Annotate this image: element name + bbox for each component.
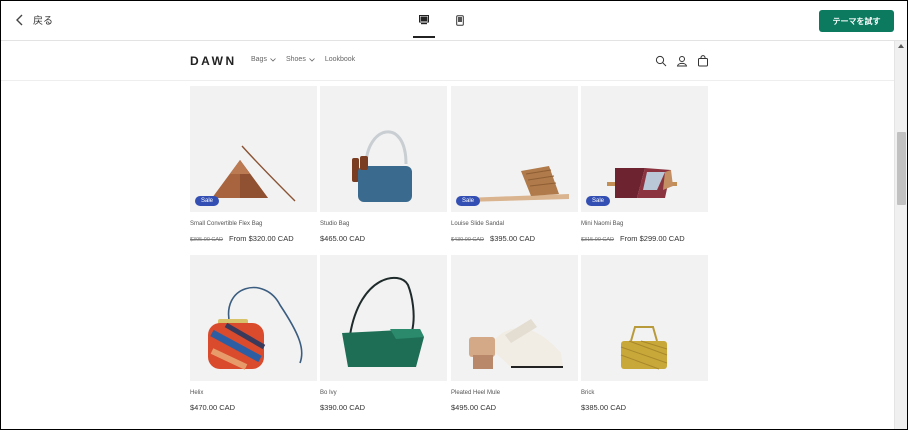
- try-theme-button[interactable]: テーマを試す: [819, 10, 894, 32]
- product-image[interactable]: [320, 255, 447, 381]
- product-title[interactable]: Mini Naomi Bag: [581, 221, 708, 227]
- product-title[interactable]: Bo Ivy: [320, 390, 447, 396]
- sale-badge: Sale: [456, 196, 481, 206]
- chevron-left-icon: [16, 14, 23, 25]
- product-card[interactable]: Brick $385.00 CAD: [581, 255, 708, 412]
- scroll-thumb[interactable]: [897, 132, 906, 205]
- product-image[interactable]: [451, 255, 578, 381]
- store-logo[interactable]: DAWN: [190, 54, 237, 68]
- regular-price: $385.00 CAD: [581, 403, 627, 412]
- product-price: $470.00 CAD: [190, 403, 317, 412]
- scrollbar[interactable]: [894, 41, 907, 429]
- product-image[interactable]: Sale: [190, 86, 317, 212]
- product-card[interactable]: Sale Small Convertible Flex Bag $395.00 …: [190, 86, 317, 243]
- mobile-icon: [456, 15, 464, 26]
- product-card[interactable]: Sale Louise Slide Sandal $430.00 CAD $395…: [451, 86, 578, 243]
- slide-sandal-image: [465, 166, 569, 202]
- product-card[interactable]: Sale Mini Naomi Bag $315.00 CAD From $299…: [581, 86, 708, 243]
- mini-naomi-bag-image: [607, 168, 677, 198]
- editor-topbar: 戻る テーマを試す: [1, 1, 907, 41]
- compare-price: $395.00 CAD: [190, 237, 224, 243]
- regular-price: $465.00 CAD: [320, 234, 366, 243]
- sale-badge: Sale: [586, 196, 611, 206]
- product-title[interactable]: Studio Bag: [320, 221, 447, 227]
- product-image[interactable]: [190, 255, 317, 381]
- sale-price: $395.00 CAD: [490, 234, 536, 243]
- regular-price: $390.00 CAD: [320, 403, 366, 412]
- nav-item-label: Lookbook: [324, 56, 356, 63]
- product-price: $390.00 CAD: [320, 403, 447, 412]
- chevron-down-icon: [270, 57, 276, 62]
- sale-price: From $299.00 CAD: [620, 234, 685, 243]
- nav-item-bags[interactable]: Bags: [251, 56, 276, 63]
- product-title[interactable]: Louise Slide Sandal: [451, 221, 578, 227]
- sale-badge: Sale: [195, 196, 220, 206]
- mobile-view-button[interactable]: [449, 9, 471, 37]
- account-icon[interactable]: [676, 54, 688, 67]
- product-title[interactable]: Brick: [581, 390, 708, 396]
- product-image[interactable]: [320, 86, 447, 212]
- browser-frame: 戻る テーマを試す DAWN Bags Shoes Lookbook Sale …: [0, 0, 908, 430]
- bo-ivy-bag-image: [342, 276, 424, 367]
- product-card[interactable]: Studio Bag $465.00 CAD: [320, 86, 447, 243]
- product-image[interactable]: Sale: [581, 86, 708, 212]
- scroll-up-arrow-icon[interactable]: [898, 44, 904, 48]
- product-image[interactable]: Sale: [451, 86, 578, 212]
- nav-item-label: Shoes: [285, 56, 306, 63]
- search-icon[interactable]: [655, 54, 667, 67]
- product-price: $315.00 CAD From $299.00 CAD: [581, 234, 708, 243]
- back-button[interactable]: 戻る: [15, 12, 53, 27]
- pleated-heel-mule-image: [469, 319, 563, 369]
- nav-item-label: Bags: [251, 56, 267, 63]
- view-toggle: [413, 9, 471, 38]
- nav-item-shoes[interactable]: Shoes: [286, 56, 315, 63]
- product-price: $385.00 CAD: [581, 403, 708, 412]
- product-price: $465.00 CAD: [320, 234, 447, 243]
- desktop-icon: [419, 15, 429, 25]
- back-label: 戻る: [33, 16, 53, 27]
- nav-item-lookbook[interactable]: Lookbook: [325, 56, 355, 63]
- regular-price: $470.00 CAD: [190, 403, 236, 412]
- triangle-bag-image: [212, 145, 296, 202]
- cart-icon[interactable]: [697, 54, 709, 67]
- product-price: $430.00 CAD $395.00 CAD: [451, 234, 578, 243]
- compare-price: $430.00 CAD: [451, 237, 485, 243]
- chevron-down-icon: [309, 57, 315, 62]
- store-header: DAWN Bags Shoes Lookbook: [1, 41, 894, 81]
- helix-bag-image: [208, 286, 303, 370]
- product-price: $495.00 CAD: [451, 403, 578, 412]
- product-title[interactable]: Helix: [190, 390, 317, 396]
- product-card[interactable]: Pleated Heel Mule $495.00 CAD: [451, 255, 578, 412]
- sale-price: From $320.00 CAD: [229, 234, 294, 243]
- product-image[interactable]: [581, 255, 708, 381]
- product-title[interactable]: Small Convertible Flex Bag: [190, 221, 317, 227]
- brick-bag-image: [620, 326, 668, 370]
- regular-price: $495.00 CAD: [451, 403, 497, 412]
- product-card[interactable]: Helix $470.00 CAD: [190, 255, 317, 412]
- studio-bag-image: [352, 130, 412, 202]
- product-title[interactable]: Pleated Heel Mule: [451, 390, 578, 396]
- header-icons: [655, 54, 709, 67]
- product-price: $395.00 CAD From $320.00 CAD: [190, 234, 317, 243]
- store-nav: Bags Shoes Lookbook: [251, 56, 355, 63]
- product-card[interactable]: Bo Ivy $390.00 CAD: [320, 255, 447, 412]
- compare-price: $315.00 CAD: [581, 237, 615, 243]
- desktop-view-button[interactable]: [413, 9, 435, 38]
